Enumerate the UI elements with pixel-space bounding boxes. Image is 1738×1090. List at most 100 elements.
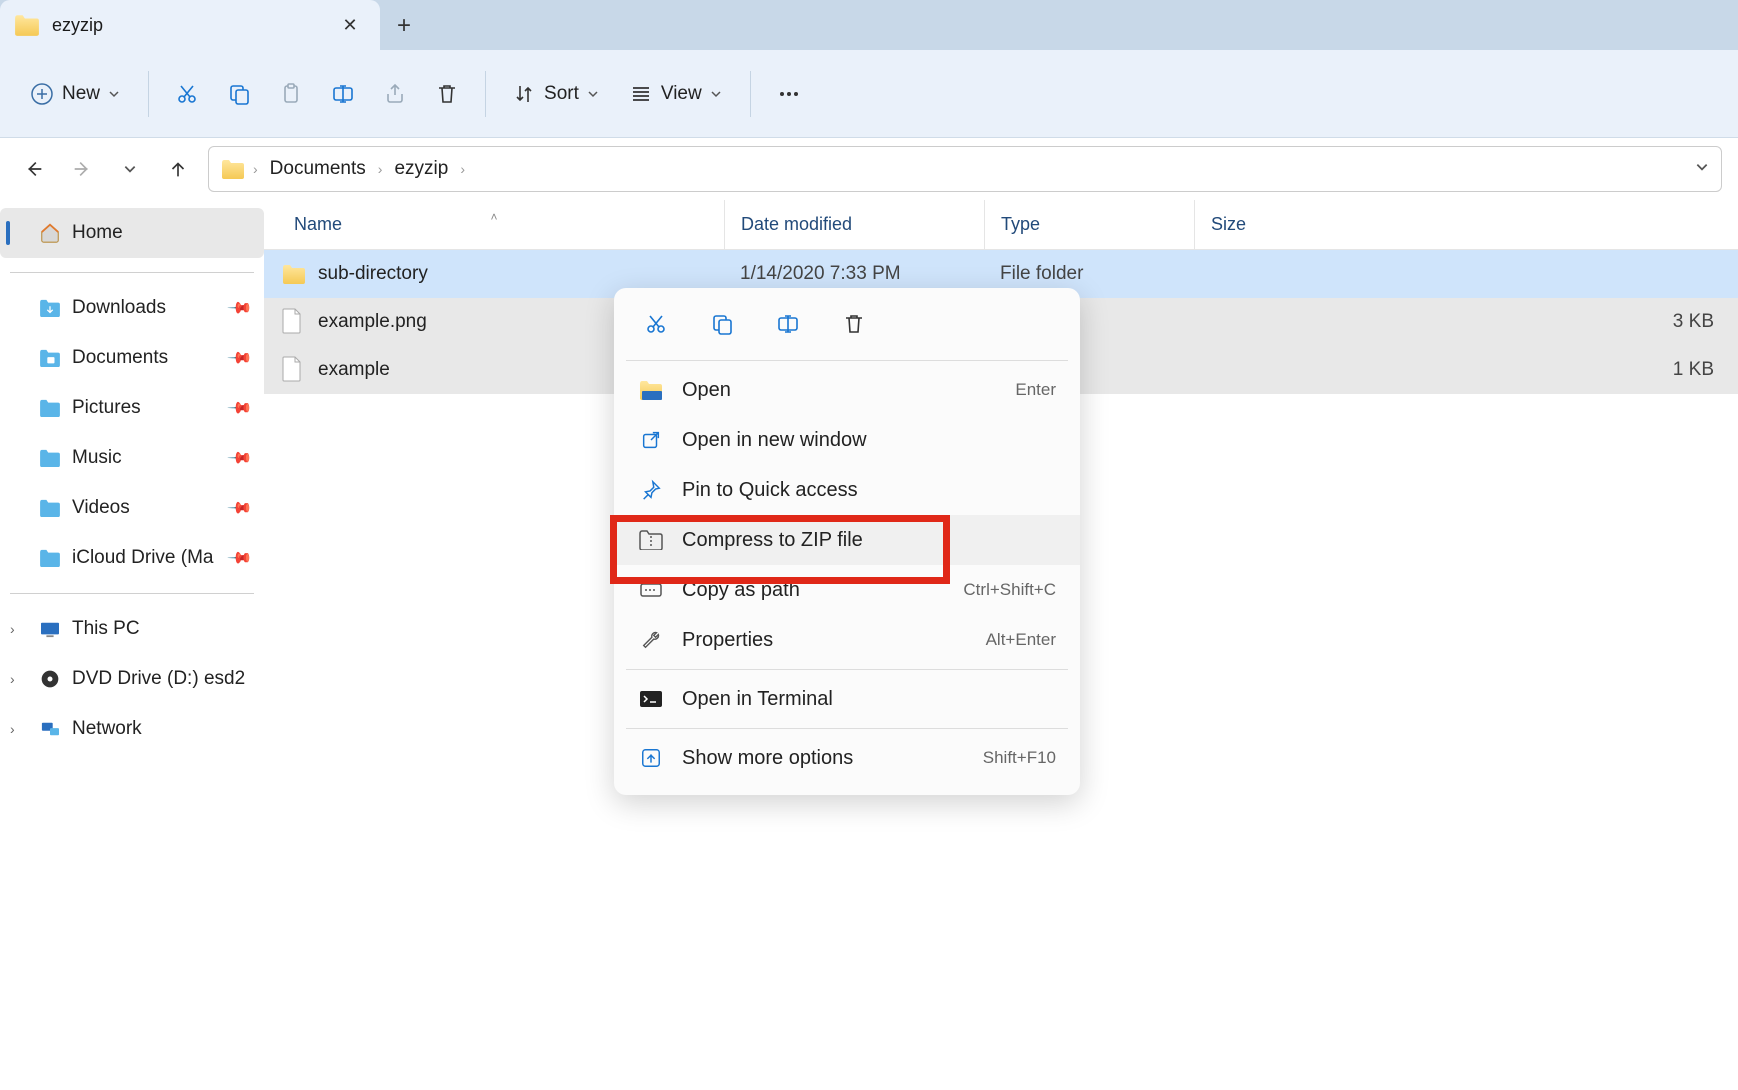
address-bar[interactable]: › Documents › ezyzip › bbox=[208, 146, 1722, 192]
sidebar-item-documents[interactable]: Documents 📌 bbox=[0, 333, 264, 383]
sidebar-item-label: Pictures bbox=[72, 397, 141, 419]
pin-icon: 📌 bbox=[226, 544, 254, 572]
close-tab-button[interactable]: ✕ bbox=[334, 9, 366, 41]
sidebar-item-downloads[interactable]: Downloads 📌 bbox=[0, 283, 264, 333]
new-button[interactable]: New bbox=[20, 70, 132, 118]
breadcrumb-item[interactable]: ezyzip bbox=[390, 158, 452, 180]
cut-button[interactable] bbox=[165, 70, 209, 118]
sidebar-separator bbox=[10, 593, 254, 594]
sidebar-item-label: iCloud Drive (Ma bbox=[72, 547, 213, 569]
menu-item-label: Pin to Quick access bbox=[682, 479, 858, 502]
menu-item-label: Open in Terminal bbox=[682, 688, 833, 711]
menu-item-copy-path[interactable]: Copy as path Ctrl+Shift+C bbox=[614, 565, 1080, 615]
chevron-right-icon: › bbox=[253, 161, 258, 177]
main-area: Home Downloads 📌 Documents 📌 Pictures 📌 … bbox=[0, 200, 1738, 1090]
menu-item-open[interactable]: Open Enter bbox=[614, 365, 1080, 415]
menu-item-open-terminal[interactable]: Open in Terminal bbox=[614, 674, 1080, 724]
rename-button[interactable] bbox=[321, 70, 365, 118]
share-button[interactable] bbox=[373, 70, 417, 118]
file-icon bbox=[282, 356, 306, 384]
rename-button[interactable] bbox=[770, 306, 806, 342]
copy-button[interactable] bbox=[217, 70, 261, 118]
sidebar-item-thispc[interactable]: › This PC bbox=[0, 604, 264, 654]
forward-button[interactable] bbox=[64, 151, 100, 187]
chevron-right-icon[interactable]: › bbox=[10, 621, 15, 637]
column-header-date[interactable]: Date modified bbox=[724, 200, 984, 249]
sidebar-item-label: Music bbox=[72, 447, 122, 469]
sidebar-item-dvddrive[interactable]: › DVD Drive (D:) esd2 bbox=[0, 654, 264, 704]
pin-icon: 📌 bbox=[226, 344, 254, 372]
tab-bar: ezyzip ✕ + bbox=[0, 0, 1738, 50]
sidebar-item-home[interactable]: Home bbox=[0, 208, 264, 258]
nav-sidebar: Home Downloads 📌 Documents 📌 Pictures 📌 … bbox=[0, 200, 264, 1090]
file-icon bbox=[282, 308, 306, 336]
file-size: 1 KB bbox=[1194, 359, 1738, 381]
delete-button[interactable] bbox=[425, 70, 469, 118]
chevron-right-icon[interactable]: › bbox=[10, 671, 15, 687]
menu-item-open-new-window[interactable]: Open in new window bbox=[614, 415, 1080, 465]
column-headers: ˄ Name Date modified Type Size bbox=[264, 200, 1738, 250]
paste-button[interactable] bbox=[269, 70, 313, 118]
menu-shortcut: Ctrl+Shift+C bbox=[963, 580, 1056, 600]
file-date: 1/14/2020 7:33 PM bbox=[724, 263, 984, 285]
network-icon bbox=[38, 717, 62, 741]
menu-item-show-more[interactable]: Show more options Shift+F10 bbox=[614, 733, 1080, 783]
file-view: ˄ Name Date modified Type Size sub-direc… bbox=[264, 200, 1738, 1090]
trash-icon bbox=[435, 82, 459, 106]
pin-icon bbox=[638, 477, 664, 503]
new-tab-button[interactable]: + bbox=[380, 2, 428, 50]
menu-item-label: Open bbox=[682, 379, 731, 402]
file-size: 3 KB bbox=[1194, 311, 1738, 333]
delete-button[interactable] bbox=[836, 306, 872, 342]
context-menu: Open Enter Open in new window Pin to Qui… bbox=[614, 288, 1080, 795]
sidebar-item-videos[interactable]: Videos 📌 bbox=[0, 483, 264, 533]
column-header-type[interactable]: Type bbox=[984, 200, 1194, 249]
sidebar-item-pictures[interactable]: Pictures 📌 bbox=[0, 383, 264, 433]
folder-icon bbox=[14, 14, 40, 36]
new-label: New bbox=[62, 83, 100, 105]
menu-separator bbox=[626, 360, 1068, 361]
more-button[interactable] bbox=[767, 70, 811, 118]
recent-button[interactable] bbox=[112, 151, 148, 187]
breadcrumb-item[interactable]: Documents bbox=[266, 158, 370, 180]
back-button[interactable] bbox=[16, 151, 52, 187]
videos-folder-icon bbox=[38, 496, 62, 520]
folder-open-icon bbox=[638, 377, 664, 403]
documents-folder-icon bbox=[38, 346, 62, 370]
menu-item-compress-zip[interactable]: Compress to ZIP file bbox=[614, 515, 1080, 565]
sidebar-item-music[interactable]: Music 📌 bbox=[0, 433, 264, 483]
file-type: File folder bbox=[984, 263, 1194, 285]
menu-item-label: Copy as path bbox=[682, 579, 800, 602]
copy-button[interactable] bbox=[704, 306, 740, 342]
home-icon bbox=[38, 221, 62, 245]
chevron-right-icon[interactable]: › bbox=[10, 721, 15, 737]
music-folder-icon bbox=[38, 446, 62, 470]
sort-button[interactable]: Sort bbox=[502, 70, 611, 118]
copy-icon bbox=[227, 82, 251, 106]
sidebar-item-label: DVD Drive (D:) esd2 bbox=[72, 668, 245, 690]
menu-item-label: Properties bbox=[682, 629, 773, 652]
toolbar-separator bbox=[148, 71, 149, 117]
column-header-size[interactable]: Size bbox=[1194, 200, 1738, 249]
column-header-name[interactable]: ˄ Name bbox=[264, 214, 724, 235]
nav-row: › Documents › ezyzip › bbox=[0, 138, 1738, 200]
toolbar-separator bbox=[485, 71, 486, 117]
menu-item-label: Open in new window bbox=[682, 429, 867, 452]
more-options-icon bbox=[638, 745, 664, 771]
sidebar-item-label: This PC bbox=[72, 618, 140, 640]
sidebar-item-label: Documents bbox=[72, 347, 168, 369]
window-tab[interactable]: ezyzip ✕ bbox=[0, 0, 380, 50]
up-button[interactable] bbox=[160, 151, 196, 187]
menu-item-properties[interactable]: Properties Alt+Enter bbox=[614, 615, 1080, 665]
view-button[interactable]: View bbox=[619, 70, 734, 118]
zip-icon bbox=[638, 527, 664, 553]
sidebar-item-network[interactable]: › Network bbox=[0, 704, 264, 754]
sort-ascending-icon: ˄ bbox=[490, 210, 497, 224]
chevron-down-icon[interactable] bbox=[1695, 160, 1709, 179]
menu-item-pin-quick-access[interactable]: Pin to Quick access bbox=[614, 465, 1080, 515]
copy-path-icon bbox=[638, 577, 664, 603]
menu-shortcut: Alt+Enter bbox=[986, 630, 1056, 650]
cut-button[interactable] bbox=[638, 306, 674, 342]
menu-separator bbox=[626, 728, 1068, 729]
sidebar-item-iclouddrive[interactable]: iCloud Drive (Ma 📌 bbox=[0, 533, 264, 583]
